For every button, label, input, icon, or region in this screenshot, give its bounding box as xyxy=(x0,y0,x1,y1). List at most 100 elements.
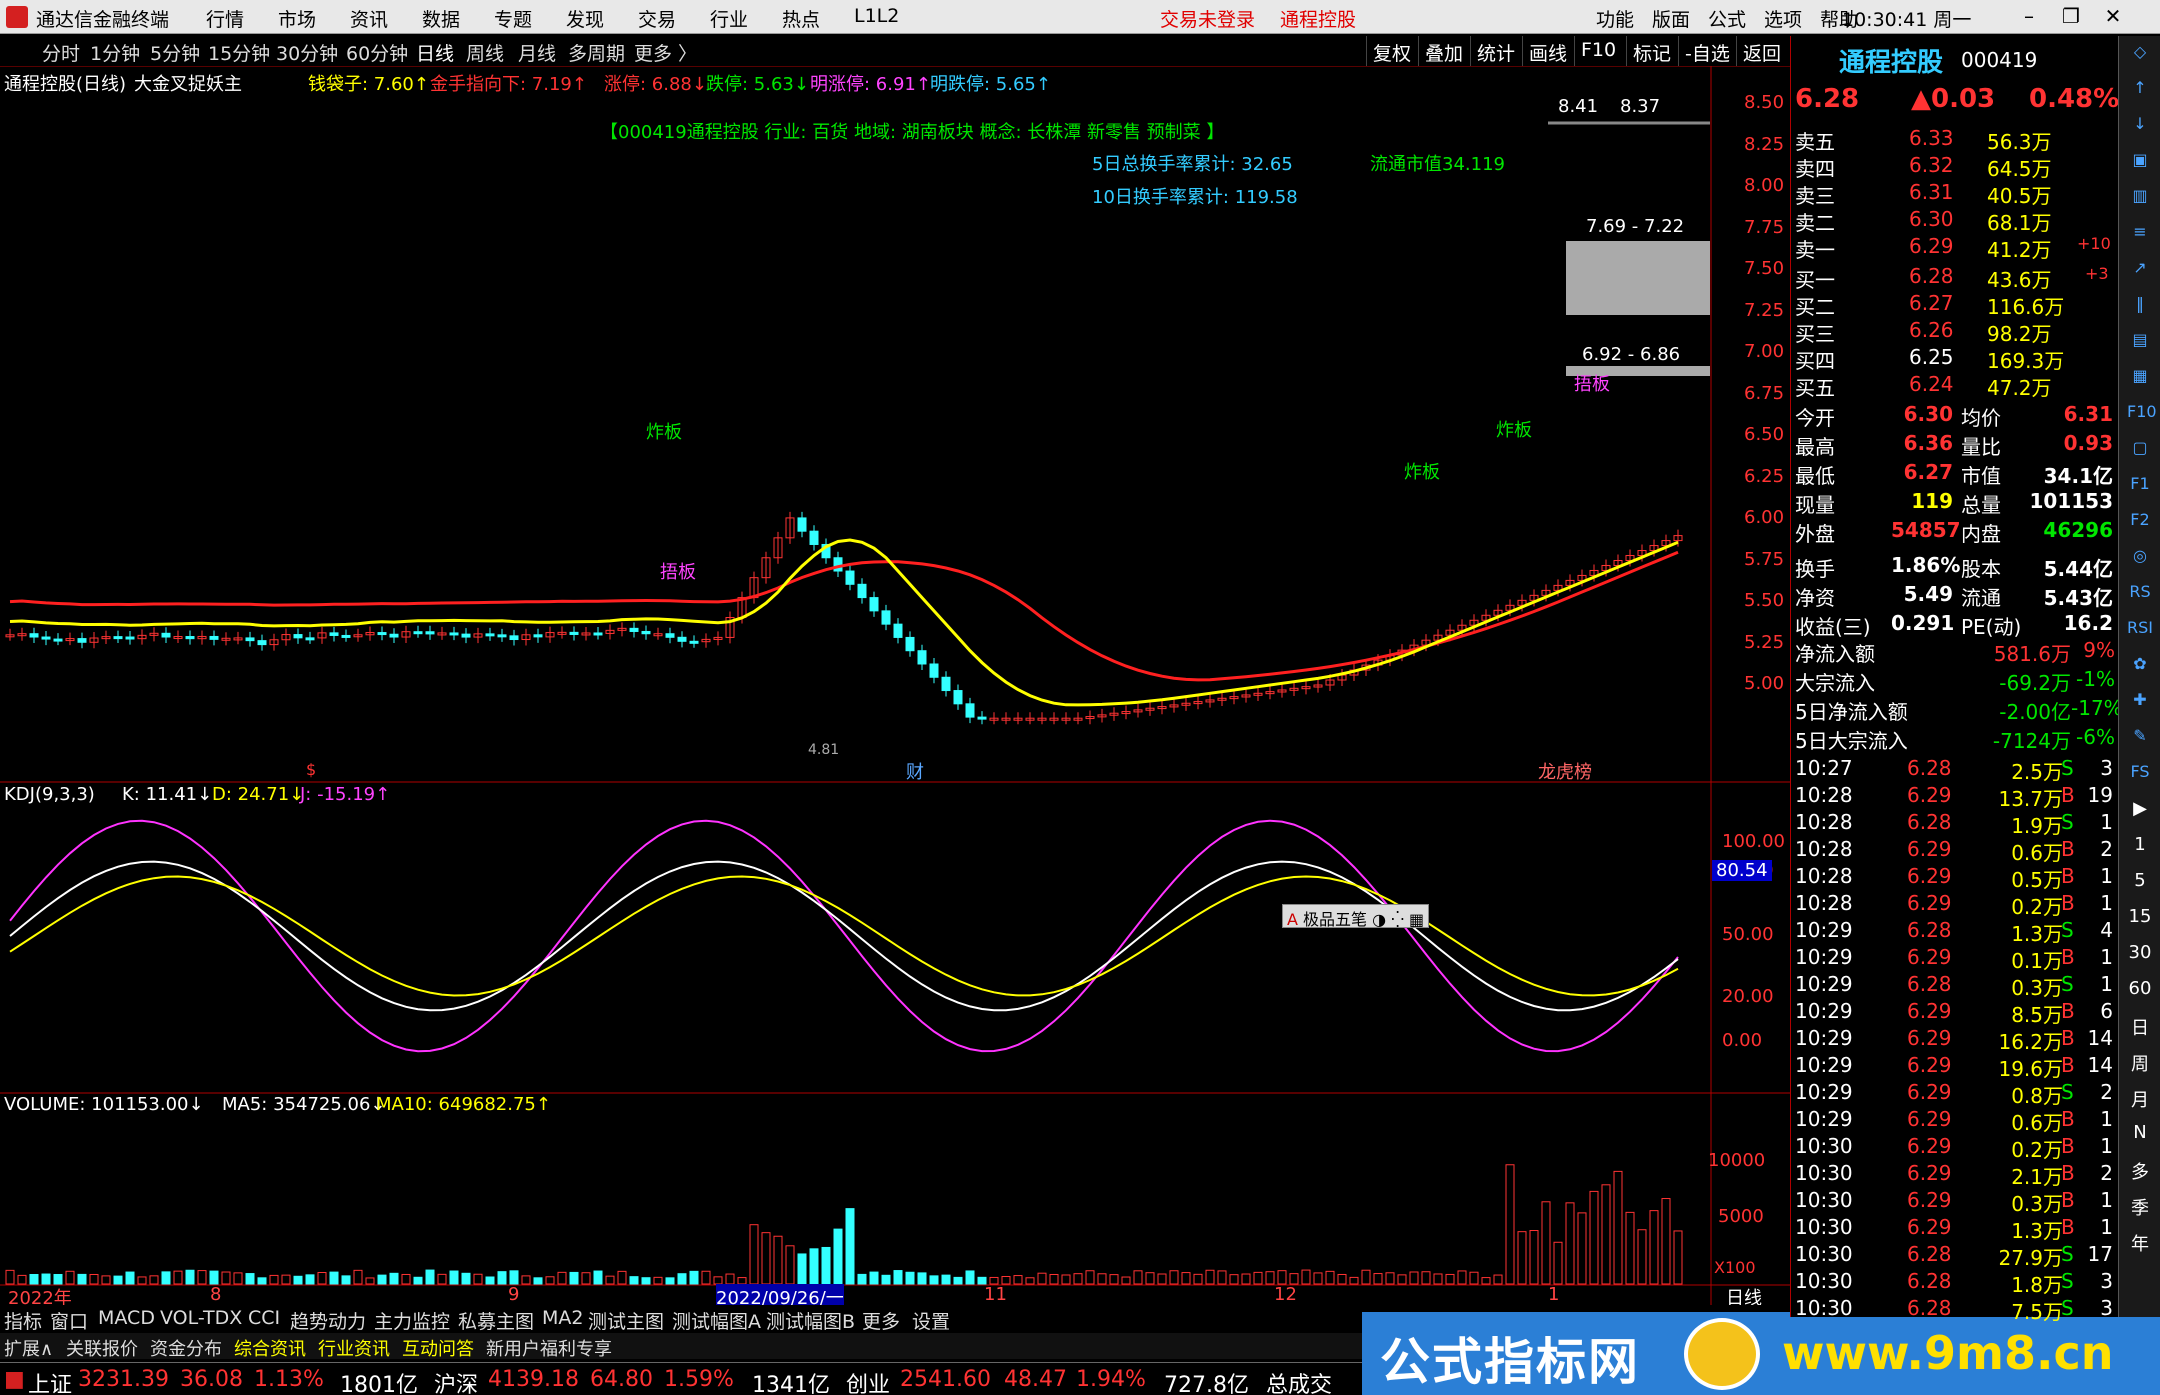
bid-row[interactable]: 买五 6.24 47.2万 xyxy=(1791,370,2119,400)
right-tool-icon[interactable]: 季 xyxy=(2127,1194,2153,1220)
tab-1min[interactable]: 1分钟 xyxy=(90,39,140,66)
tab-15min[interactable]: 15分钟 xyxy=(208,39,270,66)
ext-fund-dist[interactable]: 资金分布 xyxy=(150,1335,222,1361)
ask-row[interactable]: 卖三 6.31 40.5万 xyxy=(1791,178,2119,208)
tab-multi[interactable]: 多周期 xyxy=(568,39,625,66)
ask-row[interactable]: 卖二 6.30 68.1万 xyxy=(1791,205,2119,235)
ext-related-quotes[interactable]: 关联报价 xyxy=(66,1335,138,1361)
menu-trade[interactable]: 交易 xyxy=(638,5,710,32)
dividend-marker[interactable]: $ xyxy=(306,760,316,779)
right-tool-icon[interactable]: F10 xyxy=(2127,402,2157,428)
right-tool-icon[interactable]: 年 xyxy=(2127,1230,2153,1256)
right-tool-icon[interactable]: 30 xyxy=(2127,942,2153,968)
right-tool-icon[interactable]: 月 xyxy=(2127,1086,2153,1112)
right-tool-icon[interactable]: F1 xyxy=(2127,474,2153,500)
right-tool-icon[interactable]: FS xyxy=(2127,762,2153,788)
right-tool-icon[interactable]: F2 xyxy=(2127,510,2153,536)
cy-label[interactable]: 创业 xyxy=(846,1367,890,1395)
menu-topics[interactable]: 专题 xyxy=(494,5,566,32)
right-tool-icon[interactable]: ↓ xyxy=(2127,114,2153,140)
right-tool-icon[interactable]: ▶ xyxy=(2127,798,2153,824)
menu-function[interactable]: 功能 xyxy=(1596,5,1652,32)
right-tool-icon[interactable]: 1 xyxy=(2127,834,2153,860)
right-tool-icon[interactable]: ▢ xyxy=(2127,438,2153,464)
bid-row[interactable]: 买二 6.27 116.6万 xyxy=(1791,289,2119,319)
right-tool-icon[interactable]: RSI xyxy=(2127,618,2153,644)
watchlist-button[interactable]: -自选 xyxy=(1678,36,1736,66)
subtab-test-main[interactable]: 测试主图 xyxy=(588,1307,664,1334)
right-tool-icon[interactable]: ↑ xyxy=(2127,78,2153,104)
tab-intraday[interactable]: 分时 xyxy=(42,39,80,66)
trade-login-alert[interactable]: 交易未登录 xyxy=(1160,5,1255,32)
menu-options[interactable]: 选项 xyxy=(1764,5,1820,32)
subtab-test-b[interactable]: 测试幅图B xyxy=(766,1307,855,1334)
tab-daily[interactable]: 日线 xyxy=(416,39,454,66)
ext-industry-news[interactable]: 行业资讯 xyxy=(318,1335,390,1361)
bid-row[interactable]: 买三 6.26 98.2万 xyxy=(1791,316,2119,346)
right-tool-icon[interactable]: 5 xyxy=(2127,870,2153,896)
tab-30min[interactable]: 30分钟 xyxy=(276,39,338,66)
close-icon[interactable]: ✕ xyxy=(2098,4,2128,28)
right-tool-icon[interactable]: 15 xyxy=(2127,906,2153,932)
chart-indicator-label[interactable]: 大金叉捉妖主 xyxy=(134,70,242,96)
menu-hot[interactable]: 热点 xyxy=(782,5,854,32)
quote-stock-name[interactable]: 通程控股 xyxy=(1839,42,1943,79)
ask-row[interactable]: 卖一 6.29 41.2万 +10 xyxy=(1791,232,2119,262)
dragon-tiger-marker[interactable]: 龙虎榜 xyxy=(1538,758,1592,784)
tab-weekly[interactable]: 周线 xyxy=(466,39,504,66)
main-chart[interactable] xyxy=(0,66,1790,1306)
fuquan-button[interactable]: 复权 xyxy=(1366,36,1417,66)
subtab-ma2[interactable]: MA2 xyxy=(542,1307,583,1329)
menu-quotes[interactable]: 行情 xyxy=(206,5,278,32)
menu-market[interactable]: 市场 xyxy=(278,5,350,32)
subtab-vol-tdx[interactable]: VOL-TDX xyxy=(160,1307,242,1329)
bid-row[interactable]: 买一 6.28 43.6万 +3 xyxy=(1791,262,2119,292)
right-tool-icon[interactable]: ≡ xyxy=(2127,222,2153,248)
ask-row[interactable]: 卖五 6.33 56.3万 xyxy=(1791,124,2119,154)
ext-expand[interactable]: 扩展∧ xyxy=(4,1335,53,1361)
right-tool-icon[interactable]: ‖ xyxy=(2127,294,2153,320)
ask-row[interactable]: 卖四 6.32 64.5万 xyxy=(1791,151,2119,181)
mark-button[interactable]: 标记 xyxy=(1626,36,1677,66)
right-tool-icon[interactable]: 多 xyxy=(2127,1158,2153,1184)
right-tool-icon[interactable]: ◎ xyxy=(2127,546,2153,572)
subtab-more[interactable]: 更多 xyxy=(862,1307,900,1334)
menu-formula[interactable]: 公式 xyxy=(1708,5,1764,32)
finance-marker[interactable]: 财 xyxy=(906,758,924,784)
f10-button[interactable]: F10 xyxy=(1574,36,1622,66)
tab-60min[interactable]: 60分钟 xyxy=(346,39,408,66)
tab-more[interactable]: 更多 〉 xyxy=(634,39,697,66)
sh-label[interactable]: 上证 xyxy=(28,1367,72,1395)
subtab-trend[interactable]: 趋势动力 xyxy=(290,1307,366,1334)
menu-discover[interactable]: 发现 xyxy=(566,5,638,32)
subtab-window[interactable]: 窗口 xyxy=(50,1307,88,1334)
draw-button[interactable]: 画线 xyxy=(1522,36,1573,66)
ext-qa[interactable]: 互动问答 xyxy=(402,1335,474,1361)
restore-icon[interactable]: ❐ xyxy=(2056,4,2086,28)
ime-moon-icon[interactable]: ◑ ⁛ ▦ xyxy=(1372,910,1424,929)
right-tool-icon[interactable]: ✎ xyxy=(2127,726,2153,752)
ime-toolbar[interactable]: A 极品五笔 ◑ ⁛ ▦ xyxy=(1282,904,1430,929)
right-tool-icon[interactable]: ✚ xyxy=(2127,690,2153,716)
right-tool-icon[interactable]: RS xyxy=(2127,582,2153,608)
back-button[interactable]: 返回 xyxy=(1736,36,1787,66)
tab-5min[interactable]: 5分钟 xyxy=(150,39,200,66)
subtab-test-a[interactable]: 测试幅图A xyxy=(672,1307,761,1334)
ext-new-user[interactable]: 新用户福利专享 xyxy=(486,1335,612,1361)
right-tool-icon[interactable]: ◇ xyxy=(2127,42,2153,68)
right-tool-icon[interactable]: 日 xyxy=(2127,1014,2153,1040)
menu-data[interactable]: 数据 xyxy=(422,5,494,32)
subtab-macd[interactable]: MACD xyxy=(98,1307,155,1329)
volume-title[interactable]: VOLUME: 101153.00↓ xyxy=(4,1094,204,1115)
overlay-button[interactable]: 叠加 xyxy=(1418,36,1469,66)
right-tool-icon[interactable]: ▤ xyxy=(2127,330,2153,356)
subtab-indicator[interactable]: 指标 xyxy=(4,1307,42,1334)
kdj-title[interactable]: KDJ(9,3,3) xyxy=(4,784,95,805)
menu-news[interactable]: 资讯 xyxy=(350,5,422,32)
right-tool-icon[interactable]: N xyxy=(2127,1122,2153,1148)
subtab-private-main[interactable]: 私募主图 xyxy=(458,1307,534,1334)
right-tool-icon[interactable]: 周 xyxy=(2127,1050,2153,1076)
menu-l1l2[interactable]: L1L2 xyxy=(854,5,926,32)
subtab-settings[interactable]: 设置 xyxy=(912,1307,950,1334)
right-tool-icon[interactable]: ▥ xyxy=(2127,186,2153,212)
